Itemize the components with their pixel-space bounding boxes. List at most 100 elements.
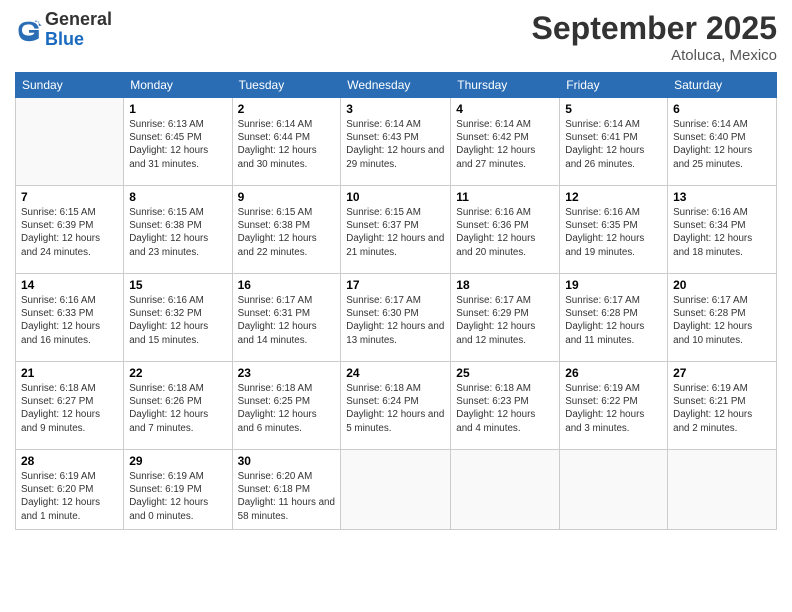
- day-number: 5: [565, 102, 662, 116]
- day-number: 22: [129, 366, 226, 380]
- day-info: Sunrise: 6:16 AM Sunset: 6:36 PM Dayligh…: [456, 206, 554, 259]
- day-of-week-header: Monday: [124, 73, 232, 98]
- day-info: Sunrise: 6:16 AM Sunset: 6:32 PM Dayligh…: [129, 294, 226, 347]
- calendar-cell: 7 Sunrise: 6:15 AM Sunset: 6:39 PM Daylig…: [16, 186, 124, 274]
- day-number: 27: [673, 366, 771, 380]
- calendar-cell: 27 Sunrise: 6:19 AM Sunset: 6:21 PM Dayli…: [668, 362, 777, 450]
- calendar-cell: 12 Sunrise: 6:16 AM Sunset: 6:35 PM Dayli…: [560, 186, 668, 274]
- calendar-week-row: 14Sunrise: 6:16 AM Sunset: 6:33 PM Dayli…: [16, 274, 777, 362]
- calendar-cell: 22 Sunrise: 6:18 AM Sunset: 6:26 PM Dayli…: [124, 362, 232, 450]
- calendar-cell: 23 Sunrise: 6:18 AM Sunset: 6:25 PM Dayli…: [232, 362, 341, 450]
- calendar-week-row: 7 Sunrise: 6:15 AM Sunset: 6:39 PM Daylig…: [16, 186, 777, 274]
- calendar-cell: 11Sunrise: 6:16 AM Sunset: 6:36 PM Dayli…: [451, 186, 560, 274]
- calendar-cell: 25 Sunrise: 6:18 AM Sunset: 6:23 PM Dayli…: [451, 362, 560, 450]
- day-number: 10: [346, 190, 445, 204]
- calendar-cell: 17 Sunrise: 6:17 AM Sunset: 6:30 PM Dayli…: [341, 274, 451, 362]
- day-number: 23: [238, 366, 336, 380]
- day-info: Sunrise: 6:17 AM Sunset: 6:28 PM Dayligh…: [673, 294, 771, 347]
- day-number: 13: [673, 190, 771, 204]
- day-number: 1: [129, 102, 226, 116]
- day-number: 2: [238, 102, 336, 116]
- day-number: 17: [346, 278, 445, 292]
- day-info: Sunrise: 6:19 AM Sunset: 6:19 PM Dayligh…: [129, 470, 226, 523]
- day-info: Sunrise: 6:18 AM Sunset: 6:23 PM Dayligh…: [456, 382, 554, 435]
- day-info: Sunrise: 6:17 AM Sunset: 6:31 PM Dayligh…: [238, 294, 336, 347]
- logo-text: General Blue: [45, 10, 112, 50]
- day-number: 26: [565, 366, 662, 380]
- day-info: Sunrise: 6:17 AM Sunset: 6:29 PM Dayligh…: [456, 294, 554, 347]
- logo-line2: Blue: [45, 30, 112, 50]
- day-info: Sunrise: 6:18 AM Sunset: 6:26 PM Dayligh…: [129, 382, 226, 435]
- calendar-cell: 26 Sunrise: 6:19 AM Sunset: 6:22 PM Dayli…: [560, 362, 668, 450]
- day-of-week-header: Friday: [560, 73, 668, 98]
- calendar-cell: [451, 450, 560, 530]
- day-info: Sunrise: 6:19 AM Sunset: 6:22 PM Dayligh…: [565, 382, 662, 435]
- day-info: Sunrise: 6:15 AM Sunset: 6:38 PM Dayligh…: [238, 206, 336, 259]
- calendar-cell: 2Sunrise: 6:14 AM Sunset: 6:44 PM Daylig…: [232, 98, 341, 186]
- calendar: SundayMondayTuesdayWednesdayThursdayFrid…: [15, 72, 777, 530]
- day-number: 30: [238, 454, 336, 468]
- calendar-cell: 20 Sunrise: 6:17 AM Sunset: 6:28 PM Dayli…: [668, 274, 777, 362]
- logo: General Blue: [15, 10, 112, 50]
- month-title: September 2025: [532, 10, 777, 47]
- day-of-week-header: Tuesday: [232, 73, 341, 98]
- day-info: Sunrise: 6:14 AM Sunset: 6:42 PM Dayligh…: [456, 118, 554, 171]
- calendar-cell: 14Sunrise: 6:16 AM Sunset: 6:33 PM Dayli…: [16, 274, 124, 362]
- day-number: 25: [456, 366, 554, 380]
- calendar-week-row: 1Sunrise: 6:13 AM Sunset: 6:45 PM Daylig…: [16, 98, 777, 186]
- day-info: Sunrise: 6:15 AM Sunset: 6:37 PM Dayligh…: [346, 206, 445, 259]
- calendar-header-row: SundayMondayTuesdayWednesdayThursdayFrid…: [16, 73, 777, 98]
- calendar-cell: 21Sunrise: 6:18 AM Sunset: 6:27 PM Dayli…: [16, 362, 124, 450]
- calendar-cell: 1Sunrise: 6:13 AM Sunset: 6:45 PM Daylig…: [124, 98, 232, 186]
- logo-line1: General: [45, 10, 112, 30]
- day-info: Sunrise: 6:19 AM Sunset: 6:20 PM Dayligh…: [21, 470, 118, 523]
- day-number: 16: [238, 278, 336, 292]
- calendar-cell: 28 Sunrise: 6:19 AM Sunset: 6:20 PM Dayli…: [16, 450, 124, 530]
- day-info: Sunrise: 6:15 AM Sunset: 6:39 PM Dayligh…: [21, 206, 118, 259]
- day-of-week-header: Saturday: [668, 73, 777, 98]
- header: General Blue September 2025 Atoluca, Mex…: [15, 10, 777, 64]
- day-info: Sunrise: 6:14 AM Sunset: 6:43 PM Dayligh…: [346, 118, 445, 171]
- day-number: 6: [673, 102, 771, 116]
- day-of-week-header: Sunday: [16, 73, 124, 98]
- day-info: Sunrise: 6:16 AM Sunset: 6:35 PM Dayligh…: [565, 206, 662, 259]
- calendar-cell: 19Sunrise: 6:17 AM Sunset: 6:28 PM Dayli…: [560, 274, 668, 362]
- day-of-week-header: Thursday: [451, 73, 560, 98]
- calendar-cell: 9 Sunrise: 6:15 AM Sunset: 6:38 PM Daylig…: [232, 186, 341, 274]
- calendar-cell: 3Sunrise: 6:14 AM Sunset: 6:43 PM Daylig…: [341, 98, 451, 186]
- calendar-cell: [16, 98, 124, 186]
- day-number: 12: [565, 190, 662, 204]
- day-info: Sunrise: 6:14 AM Sunset: 6:40 PM Dayligh…: [673, 118, 771, 171]
- calendar-cell: 16 Sunrise: 6:17 AM Sunset: 6:31 PM Dayli…: [232, 274, 341, 362]
- day-number: 15: [129, 278, 226, 292]
- location: Atoluca, Mexico: [532, 47, 777, 64]
- day-info: Sunrise: 6:17 AM Sunset: 6:30 PM Dayligh…: [346, 294, 445, 347]
- day-number: 14: [21, 278, 118, 292]
- day-of-week-header: Wednesday: [341, 73, 451, 98]
- calendar-cell: 29 Sunrise: 6:19 AM Sunset: 6:19 PM Dayli…: [124, 450, 232, 530]
- day-number: 8: [129, 190, 226, 204]
- day-number: 28: [21, 454, 118, 468]
- calendar-cell: 5Sunrise: 6:14 AM Sunset: 6:41 PM Daylig…: [560, 98, 668, 186]
- day-number: 20: [673, 278, 771, 292]
- day-info: Sunrise: 6:17 AM Sunset: 6:28 PM Dayligh…: [565, 294, 662, 347]
- day-number: 29: [129, 454, 226, 468]
- day-number: 24: [346, 366, 445, 380]
- day-info: Sunrise: 6:19 AM Sunset: 6:21 PM Dayligh…: [673, 382, 771, 435]
- day-number: 18: [456, 278, 554, 292]
- day-info: Sunrise: 6:15 AM Sunset: 6:38 PM Dayligh…: [129, 206, 226, 259]
- calendar-cell: 30 Sunrise: 6:20 AM Sunset: 6:18 PM Dayli…: [232, 450, 341, 530]
- day-number: 7: [21, 190, 118, 204]
- day-info: Sunrise: 6:16 AM Sunset: 6:34 PM Dayligh…: [673, 206, 771, 259]
- calendar-cell: 18 Sunrise: 6:17 AM Sunset: 6:29 PM Dayli…: [451, 274, 560, 362]
- day-info: Sunrise: 6:18 AM Sunset: 6:25 PM Dayligh…: [238, 382, 336, 435]
- day-info: Sunrise: 6:18 AM Sunset: 6:24 PM Dayligh…: [346, 382, 445, 435]
- day-info: Sunrise: 6:20 AM Sunset: 6:18 PM Dayligh…: [238, 470, 336, 523]
- calendar-cell: 6 Sunrise: 6:14 AM Sunset: 6:40 PM Daylig…: [668, 98, 777, 186]
- calendar-cell: [668, 450, 777, 530]
- day-number: 21: [21, 366, 118, 380]
- calendar-cell: 13 Sunrise: 6:16 AM Sunset: 6:34 PM Dayli…: [668, 186, 777, 274]
- calendar-week-row: 21Sunrise: 6:18 AM Sunset: 6:27 PM Dayli…: [16, 362, 777, 450]
- day-number: 4: [456, 102, 554, 116]
- day-number: 9: [238, 190, 336, 204]
